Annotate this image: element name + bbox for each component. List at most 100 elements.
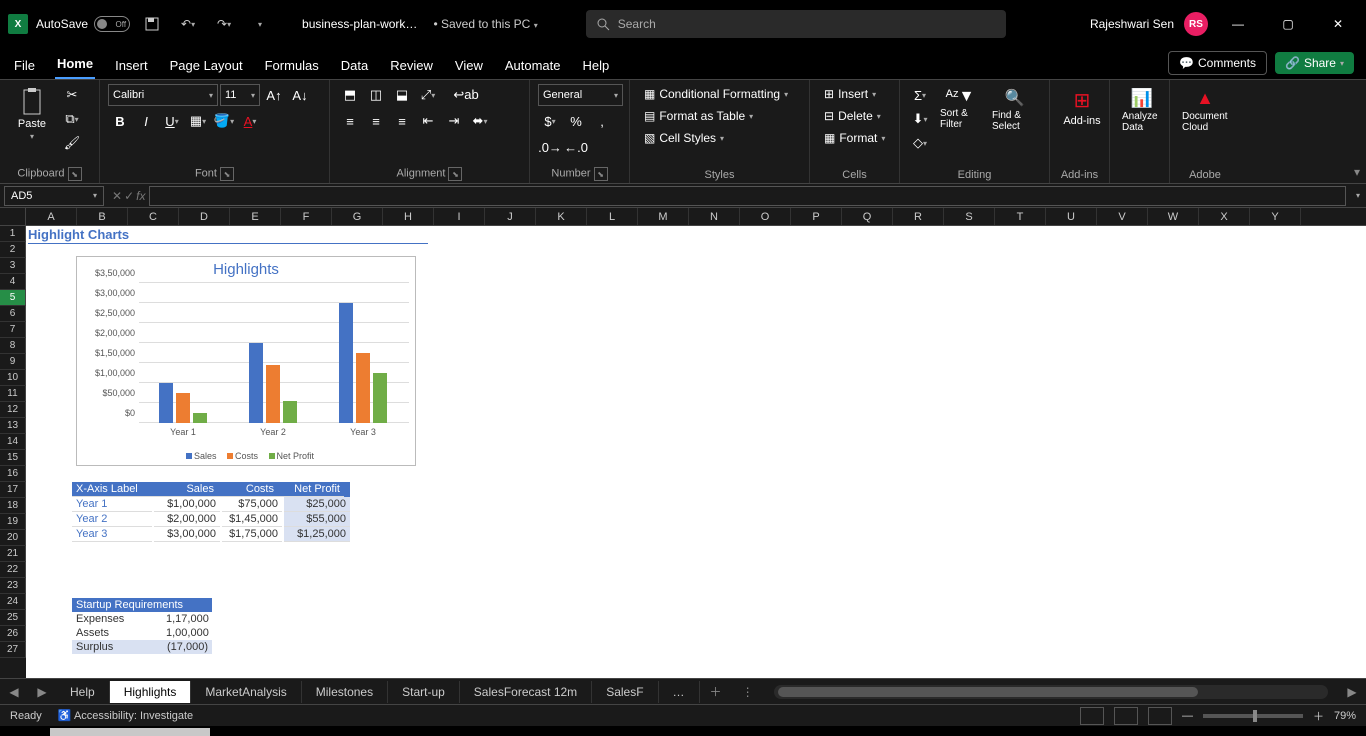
row-header[interactable]: 20 bbox=[0, 530, 26, 546]
align-right-icon[interactable]: ≡ bbox=[390, 110, 414, 132]
column-header[interactable]: O bbox=[740, 208, 791, 225]
column-header[interactable]: I bbox=[434, 208, 485, 225]
row-header[interactable]: 23 bbox=[0, 578, 26, 594]
insert-cells-button[interactable]: ⊞ Insert ▾ bbox=[818, 84, 882, 104]
row-header[interactable]: 27 bbox=[0, 642, 26, 658]
align-left-icon[interactable]: ≡ bbox=[338, 110, 362, 132]
row-header[interactable]: 5 bbox=[0, 290, 26, 306]
table-row[interactable]: Expenses1,17,000 bbox=[72, 612, 212, 626]
clear-icon[interactable]: ◇▾ bbox=[908, 132, 932, 154]
font-size-dropdown[interactable]: 11▾ bbox=[220, 84, 260, 106]
row-header[interactable]: 11 bbox=[0, 386, 26, 402]
decrease-indent-icon[interactable]: ⇤ bbox=[416, 110, 440, 132]
sort-filter-button[interactable]: ᴬᶻ▼Sort & Filter bbox=[936, 84, 984, 134]
underline-button[interactable]: U▾ bbox=[160, 110, 184, 132]
maximize-button[interactable]: ▢ bbox=[1268, 8, 1308, 40]
document-name[interactable]: business-plan-work… bbox=[302, 17, 417, 31]
row-header[interactable]: 17 bbox=[0, 482, 26, 498]
align-middle-icon[interactable]: ◫ bbox=[364, 84, 388, 106]
highlights-chart[interactable]: Highlights $0$50,000$1,00,000$1,50,000$2… bbox=[76, 256, 416, 466]
save-icon[interactable] bbox=[138, 10, 166, 38]
font-color-button[interactable]: A▾ bbox=[238, 110, 262, 132]
row-header[interactable]: 1 bbox=[0, 226, 26, 242]
column-header[interactable]: V bbox=[1097, 208, 1148, 225]
row-header[interactable]: 8 bbox=[0, 338, 26, 354]
column-header[interactable]: N bbox=[689, 208, 740, 225]
cut-icon[interactable]: ✂ bbox=[60, 84, 84, 106]
accessibility-status[interactable]: ♿ Accessibility: Investigate bbox=[58, 709, 193, 722]
tab-review[interactable]: Review bbox=[388, 52, 435, 79]
startup-requirements-table[interactable]: Startup Requirements Expenses1,17,000Ass… bbox=[72, 598, 212, 654]
row-header[interactable]: 16 bbox=[0, 466, 26, 482]
tab-automate[interactable]: Automate bbox=[503, 52, 563, 79]
row-header[interactable]: 26 bbox=[0, 626, 26, 642]
row-header[interactable]: 18 bbox=[0, 498, 26, 514]
qat-customize-icon[interactable]: ▾ bbox=[246, 10, 274, 38]
sheet-tab[interactable]: Start-up bbox=[388, 681, 460, 703]
increase-font-icon[interactable]: A↑ bbox=[262, 84, 286, 106]
row-header[interactable]: 10 bbox=[0, 370, 26, 386]
formula-input[interactable] bbox=[149, 186, 1346, 206]
column-header[interactable]: Q bbox=[842, 208, 893, 225]
name-box[interactable]: AD5▾ bbox=[4, 186, 104, 206]
column-header[interactable]: E bbox=[230, 208, 281, 225]
row-header[interactable]: 25 bbox=[0, 610, 26, 626]
highlights-data-table[interactable]: X-Axis Label Sales Costs Net Profit Year… bbox=[72, 482, 350, 542]
table-row[interactable]: Year 1$1,00,000$75,000$25,000 bbox=[72, 497, 350, 512]
more-tabs-button[interactable]: … bbox=[659, 681, 700, 703]
italic-button[interactable]: I bbox=[134, 110, 158, 132]
row-header[interactable]: 21 bbox=[0, 546, 26, 562]
tab-file[interactable]: File bbox=[12, 52, 37, 79]
collapse-ribbon-icon[interactable]: ▾ bbox=[1354, 165, 1360, 179]
column-header[interactable]: J bbox=[485, 208, 536, 225]
new-sheet-button[interactable]: ＋ bbox=[700, 683, 732, 700]
decrease-font-icon[interactable]: A↓ bbox=[288, 84, 312, 106]
zoom-level[interactable]: 79% bbox=[1334, 710, 1356, 722]
sheet-tab[interactable]: Highlights bbox=[110, 681, 192, 703]
table-row[interactable]: Year 2$2,00,000$1,45,000$55,000 bbox=[72, 512, 350, 527]
sheet-tab[interactable]: SalesF bbox=[592, 681, 658, 703]
column-header[interactable]: Y bbox=[1250, 208, 1301, 225]
table-row[interactable]: Surplus(17,000) bbox=[72, 640, 212, 654]
align-bottom-icon[interactable]: ⬓ bbox=[390, 84, 414, 106]
expand-formula-bar-icon[interactable]: ▾ bbox=[1350, 191, 1366, 200]
page-layout-view-button[interactable] bbox=[1114, 707, 1138, 725]
minimize-button[interactable]: — bbox=[1218, 8, 1258, 40]
horizontal-scrollbar[interactable] bbox=[774, 685, 1328, 699]
bold-button[interactable]: B bbox=[108, 110, 132, 132]
format-painter-icon[interactable]: 🖌 bbox=[60, 132, 84, 154]
row-header[interactable]: 4 bbox=[0, 274, 26, 290]
row-header[interactable]: 3 bbox=[0, 258, 26, 274]
tab-data[interactable]: Data bbox=[339, 52, 370, 79]
row-header[interactable]: 19 bbox=[0, 514, 26, 530]
row-header[interactable]: 22 bbox=[0, 562, 26, 578]
column-header[interactable]: P bbox=[791, 208, 842, 225]
merge-center-icon[interactable]: ⬌▾ bbox=[468, 110, 492, 132]
scroll-right-icon[interactable]: ▶ bbox=[1338, 685, 1366, 699]
font-name-dropdown[interactable]: Calibri▾ bbox=[108, 84, 218, 106]
accounting-format-icon[interactable]: $▾ bbox=[538, 110, 562, 132]
close-button[interactable]: ✕ bbox=[1318, 8, 1358, 40]
table-row[interactable]: Assets1,00,000 bbox=[72, 626, 212, 640]
tab-insert[interactable]: Insert bbox=[113, 52, 150, 79]
number-format-dropdown[interactable]: General▾ bbox=[538, 84, 623, 106]
tab-help[interactable]: Help bbox=[581, 52, 612, 79]
select-all-corner[interactable] bbox=[0, 208, 26, 225]
row-header[interactable]: 6 bbox=[0, 306, 26, 322]
page-break-view-button[interactable] bbox=[1148, 707, 1172, 725]
column-header[interactable]: W bbox=[1148, 208, 1199, 225]
align-top-icon[interactable]: ⬒ bbox=[338, 84, 362, 106]
row-header[interactable]: 7 bbox=[0, 322, 26, 338]
fill-icon[interactable]: ⬇▾ bbox=[908, 108, 932, 130]
normal-view-button[interactable] bbox=[1080, 707, 1104, 725]
tab-view[interactable]: View bbox=[453, 52, 485, 79]
row-header[interactable]: 24 bbox=[0, 594, 26, 610]
column-header[interactable]: G bbox=[332, 208, 383, 225]
column-header[interactable]: R bbox=[893, 208, 944, 225]
find-select-button[interactable]: 🔍Find & Select bbox=[988, 84, 1041, 136]
column-header[interactable]: B bbox=[77, 208, 128, 225]
autosum-icon[interactable]: Σ▾ bbox=[908, 84, 932, 106]
tab-page-layout[interactable]: Page Layout bbox=[168, 52, 245, 79]
align-center-icon[interactable]: ≡ bbox=[364, 110, 388, 132]
column-header[interactable]: H bbox=[383, 208, 434, 225]
